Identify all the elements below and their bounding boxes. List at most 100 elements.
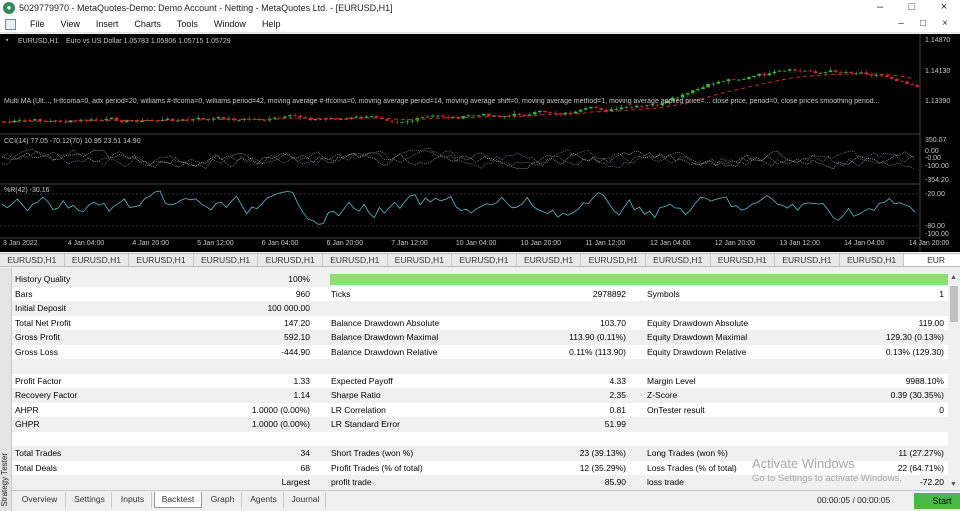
candle-body bbox=[568, 112, 573, 114]
candle-body bbox=[685, 93, 690, 95]
chart-tab[interactable]: EURUSD,H1 bbox=[581, 254, 646, 266]
tester-tab-agents[interactable]: Agents bbox=[244, 492, 284, 508]
wpr-line bbox=[1, 190, 916, 225]
candle-body bbox=[63, 121, 68, 123]
candle-body bbox=[298, 115, 302, 118]
report-value: 0.11% (113.90) bbox=[569, 346, 626, 357]
candle-body bbox=[532, 112, 537, 115]
maximize-button[interactable]: □ bbox=[896, 0, 928, 16]
tester-tab-graph[interactable]: Graph bbox=[204, 492, 242, 508]
report-label: Loss Trades (% of total) bbox=[647, 462, 737, 473]
candle-body bbox=[79, 119, 83, 121]
candle-body bbox=[599, 107, 603, 110]
history-quality-progress-bar bbox=[330, 274, 948, 285]
start-button[interactable]: Start bbox=[914, 493, 960, 509]
tester-tab-settings[interactable]: Settings bbox=[68, 492, 112, 508]
report-value: 2978892 bbox=[592, 288, 626, 299]
chart-tab[interactable]: EURUSD,H1 bbox=[194, 254, 259, 266]
candle-body bbox=[874, 75, 879, 77]
cci-scale-label: 350.07 bbox=[925, 137, 947, 144]
candle-body bbox=[272, 117, 277, 119]
candle-body bbox=[828, 70, 833, 73]
chart-document-icon[interactable] bbox=[5, 18, 16, 30]
candle-body bbox=[910, 84, 914, 85]
chart-tab[interactable]: EURUSD,H1 bbox=[65, 254, 130, 266]
candle-body bbox=[604, 109, 608, 112]
report-row bbox=[12, 359, 948, 374]
candle-body bbox=[767, 73, 772, 76]
candle-body bbox=[395, 121, 399, 123]
candle-body bbox=[12, 120, 17, 123]
window-title: 5029779970 - MetaQuotes-Demo: Demo Accou… bbox=[19, 3, 393, 13]
wpr-scale-label: -100.00 bbox=[925, 231, 949, 238]
mdi-minimize-button[interactable]: – bbox=[890, 16, 912, 32]
candle-body bbox=[624, 106, 629, 108]
price-chart[interactable]: ▪ EURUSD,H1 Euro vs US Dollar 1.05783 1.… bbox=[0, 34, 960, 252]
tester-tab-inputs[interactable]: Inputs bbox=[114, 492, 152, 508]
chart-tab[interactable]: EURUSD,H1 bbox=[323, 254, 388, 266]
candle-body bbox=[716, 81, 721, 84]
activate-windows-watermark: Activate Windows Go to Settings to activ… bbox=[752, 456, 902, 484]
menu-help[interactable]: Help bbox=[254, 19, 289, 29]
menu-file[interactable]: File bbox=[22, 19, 53, 29]
mdi-close-button[interactable]: × bbox=[934, 16, 956, 32]
chart-tab[interactable]: EURUSD,H1 bbox=[258, 254, 323, 266]
report-label: profit trade bbox=[331, 477, 372, 487]
cci-scale-label: 0.00 bbox=[925, 148, 939, 155]
mdi-restore-button[interactable]: □ bbox=[912, 16, 934, 32]
candle-body bbox=[895, 78, 899, 81]
tester-tab-backtest[interactable]: Backtest bbox=[154, 492, 202, 508]
chart-tab[interactable]: EURUSD,H1 bbox=[0, 254, 65, 266]
candle-body bbox=[879, 75, 884, 77]
candle-body bbox=[553, 112, 557, 114]
candle-body bbox=[696, 89, 700, 91]
chart-tab[interactable]: EURUSD,H1 bbox=[388, 254, 453, 266]
report-label: Gross Loss bbox=[15, 346, 58, 357]
menu-tools[interactable]: Tools bbox=[169, 19, 206, 29]
time-axis-label: 14 Jan 04:00 bbox=[844, 240, 885, 247]
report-label: Z-Score bbox=[647, 390, 678, 400]
candle-body bbox=[201, 117, 205, 120]
wpr-scale-label: -20.00 bbox=[925, 191, 945, 198]
candle-body bbox=[844, 71, 848, 73]
report-label: GHPR bbox=[15, 419, 40, 429]
report-scrollbar[interactable]: ▲ ▼ bbox=[948, 272, 960, 490]
scroll-thumb[interactable] bbox=[950, 286, 958, 322]
scroll-down-icon[interactable]: ▼ bbox=[950, 481, 957, 488]
report-row: Recovery Factor 1.14 Sharpe Ratio 2.35 Z-Sco… bbox=[12, 388, 948, 403]
candle-body bbox=[793, 69, 797, 71]
tester-tab-overview[interactable]: Overview bbox=[14, 492, 66, 508]
chart-tab[interactable]: EURUSD,H1 bbox=[129, 254, 194, 266]
time-axis-label: 4 Jan 20:00 bbox=[132, 240, 169, 247]
chart-tab[interactable]: EURUSD,H1 bbox=[711, 254, 776, 266]
report-label: Symbols bbox=[647, 288, 680, 299]
scroll-up-icon[interactable]: ▲ bbox=[950, 274, 957, 281]
chart-tab[interactable]: EURUSD,H1 bbox=[775, 254, 840, 266]
report-value: 85.90 bbox=[604, 477, 626, 487]
candle-body bbox=[808, 70, 812, 72]
chart-tab[interactable]: EUR bbox=[904, 254, 960, 266]
tester-tab-journal[interactable]: Journal bbox=[286, 492, 326, 508]
chart-tab[interactable]: EURUSD,H1 bbox=[452, 254, 517, 266]
candle-body bbox=[782, 70, 787, 72]
report-label: Recovery Factor bbox=[15, 390, 78, 400]
menu-window[interactable]: Window bbox=[206, 19, 254, 29]
metatrader-app-icon: ● bbox=[3, 2, 15, 14]
report-label: Expected Payoff bbox=[331, 375, 393, 386]
report-label: Initial Deposit bbox=[15, 303, 67, 313]
report-value: 1.0000 (0.00%) bbox=[251, 404, 310, 415]
menu-insert[interactable]: Insert bbox=[88, 19, 127, 29]
report-value: -444.90 bbox=[281, 346, 310, 357]
minimize-button[interactable]: – bbox=[864, 0, 896, 16]
report-value: 2.35 bbox=[609, 390, 626, 400]
menu-charts[interactable]: Charts bbox=[126, 19, 169, 29]
menu-view[interactable]: View bbox=[53, 19, 88, 29]
chart-tab[interactable]: EURUSD,H1 bbox=[517, 254, 582, 266]
chart-tab[interactable]: EURUSD,H1 bbox=[646, 254, 711, 266]
candle-body bbox=[441, 115, 445, 117]
close-button[interactable]: × bbox=[928, 0, 960, 16]
price-scale-label: 1.13390 bbox=[925, 98, 951, 105]
candle-body bbox=[747, 77, 751, 80]
candle-body bbox=[619, 107, 624, 110]
chart-tab[interactable]: EURUSD,H1 bbox=[840, 254, 905, 266]
